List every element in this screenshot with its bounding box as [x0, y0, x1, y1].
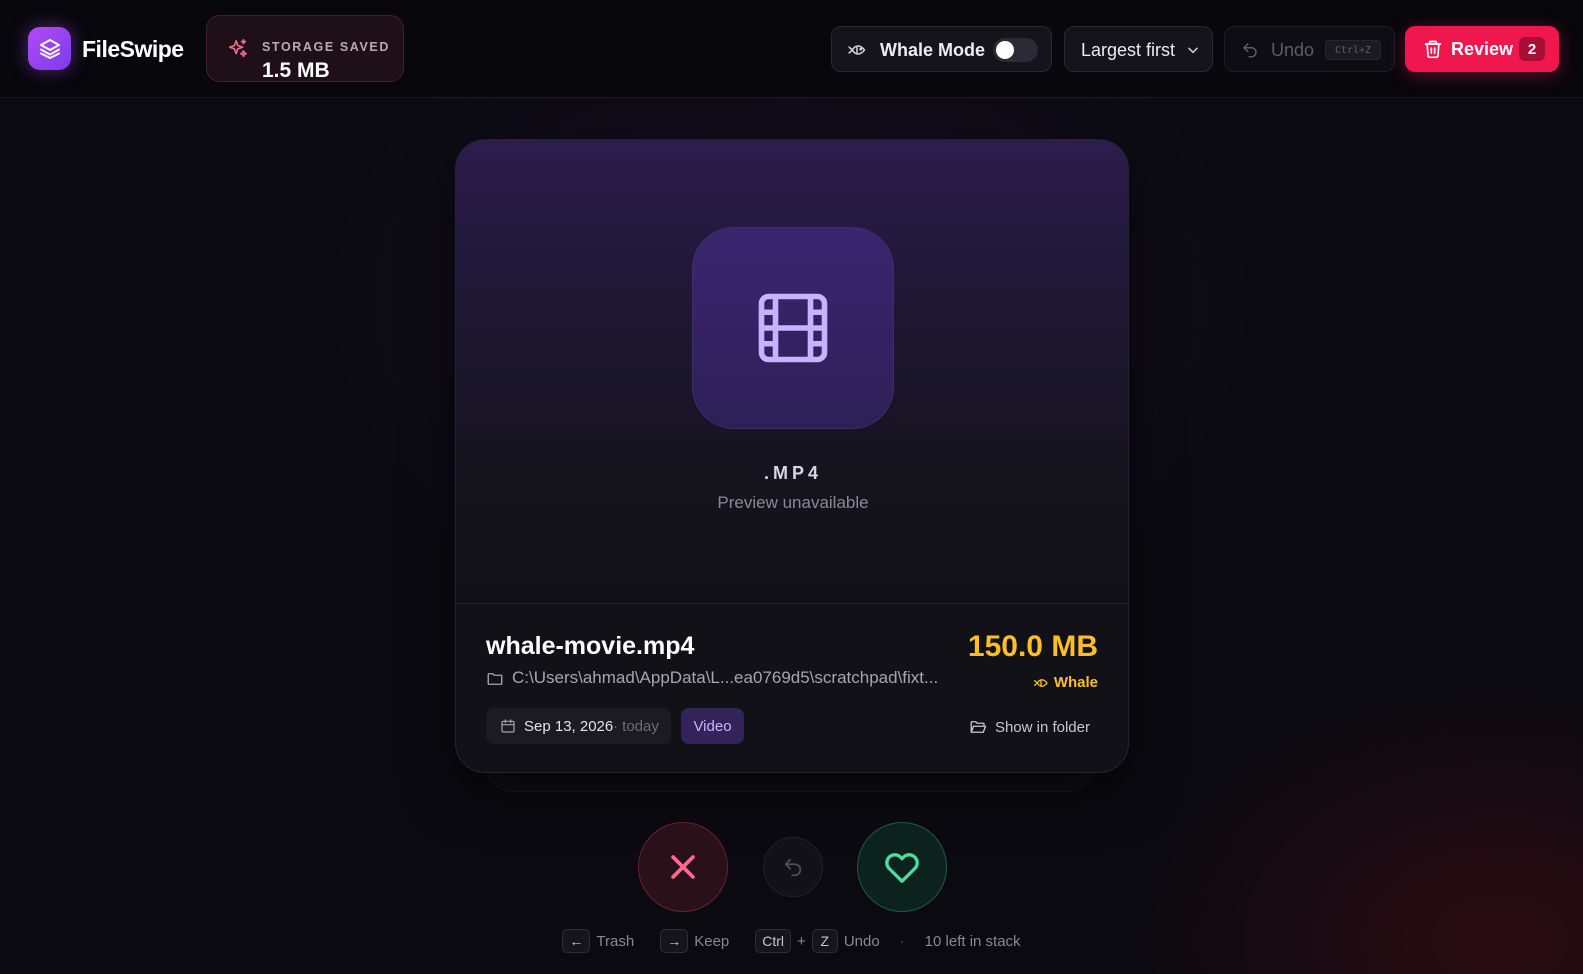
x-icon [671, 855, 695, 879]
cards-remaining: 10 left in stack [924, 932, 1021, 950]
switch-knob [996, 41, 1014, 59]
hint-key-left: ← [562, 929, 591, 953]
file-path: C:\Users\ahmad\AppData\L...ea0769d5\scra… [512, 668, 939, 687]
show-in-folder-link[interactable]: Show in folder [969, 718, 1090, 736]
hint-trash-label: Trash [596, 932, 635, 950]
app-logo [28, 27, 71, 70]
top-bar: FileSwipe STORAGE SAVED 1.5 MB Whale Mod… [0, 0, 1583, 98]
hint-undo-label: Undo [843, 932, 880, 950]
whale-mode-toggle[interactable]: Whale Mode [831, 26, 1052, 72]
whale-tag-label: Whale [1053, 674, 1098, 691]
hint-keep-label: Keep [694, 932, 730, 950]
hint-key-right: → [660, 929, 689, 953]
undo-shortcut: Ctrl+Z [1325, 40, 1381, 60]
file-type-tile [692, 227, 894, 429]
undo-icon [784, 858, 802, 877]
hint-separator: · [899, 932, 905, 950]
review-count-badge: 2 [1519, 37, 1545, 61]
hint-key-z: Z [811, 929, 838, 953]
trash-icon [1424, 40, 1442, 59]
storage-saved-label: STORAGE SAVED [262, 40, 390, 54]
whale-size-tag: Whale [1033, 674, 1098, 691]
keep-button[interactable] [857, 822, 947, 912]
hint-plus: + [797, 932, 806, 950]
storage-saved-value: 1.5 MB [262, 59, 330, 82]
storage-saved-card: STORAGE SAVED 1.5 MB [206, 15, 404, 82]
review-button[interactable]: Review 2 [1405, 26, 1559, 72]
sort-dropdown[interactable]: Largest first [1064, 26, 1213, 72]
file-date-relative: · today [613, 718, 659, 735]
file-preview: .MP4 Preview unavailable [456, 140, 1128, 604]
hint-key-ctrl: Ctrl [755, 929, 792, 953]
keyboard-hints: ← Trash → Keep Ctrl + Z Undo · 10 left i… [0, 928, 1583, 954]
review-label: Review [1451, 39, 1514, 59]
heart-icon [885, 853, 919, 883]
file-name: whale-movie.mp4 [486, 632, 695, 660]
sort-dropdown-value: Largest first [1081, 40, 1176, 60]
film-icon [758, 293, 828, 363]
file-type-chip: Video [681, 708, 744, 744]
show-in-folder-label: Show in folder [994, 718, 1090, 736]
folder-open-icon [970, 721, 987, 733]
file-card[interactable]: .MP4 Preview unavailable whale-movie.mp4… [455, 139, 1129, 773]
fish-icon [848, 45, 866, 55]
file-date: Sep 13, 2026 [524, 718, 614, 735]
file-size: 150.0 MB [967, 630, 1098, 663]
whale-mode-label: Whale Mode [880, 40, 986, 60]
trash-button[interactable] [638, 822, 728, 912]
undo-label: Undo [1271, 40, 1315, 60]
folder-icon [487, 673, 503, 685]
date-chip: Sep 13, 2026 · today [486, 708, 671, 744]
undo-button[interactable]: Undo Ctrl+Z [1224, 26, 1395, 72]
undo-icon [1243, 43, 1257, 58]
whale-mode-switch[interactable] [993, 38, 1038, 62]
undo-round-button[interactable] [763, 837, 823, 897]
sparkles-icon [228, 39, 248, 58]
fish-icon [1033, 678, 1048, 687]
calendar-icon [501, 719, 515, 733]
app-name: FileSwipe [82, 36, 184, 62]
preview-unavailable-text: Preview unavailable [717, 493, 869, 512]
layers-icon [39, 38, 60, 59]
chevron-down-icon [1188, 47, 1198, 54]
file-extension: .MP4 [763, 463, 822, 483]
